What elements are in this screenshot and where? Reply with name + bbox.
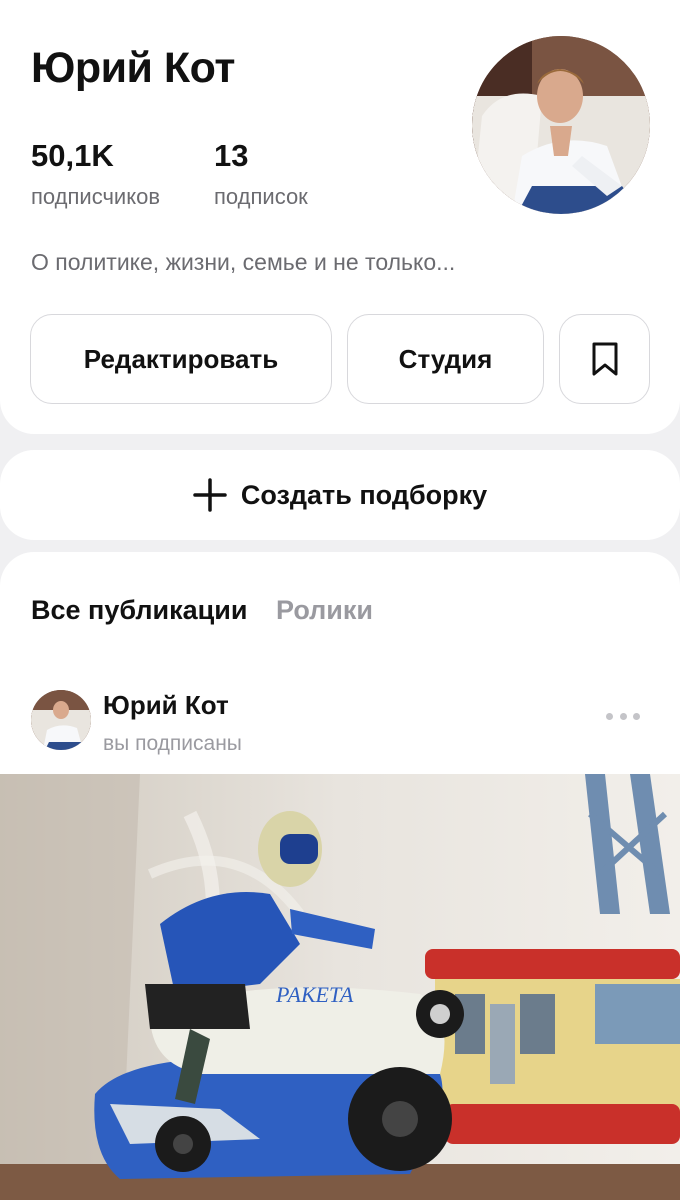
- followers-count: 50,1K: [31, 138, 114, 173]
- profile-card: Юрий Кот 50,1K подписчиков 13 подписок О…: [0, 0, 680, 434]
- bookmark-icon: [592, 342, 617, 376]
- more-dots-icon[interactable]: [606, 710, 640, 722]
- post-image[interactable]: РАКЕТА: [0, 774, 680, 1200]
- following-count: 13: [214, 138, 249, 173]
- profile-avatar[interactable]: [472, 36, 650, 214]
- following-label: подписок: [214, 184, 308, 209]
- followers-label: подписчиков: [31, 184, 161, 209]
- studio-button[interactable]: Студия: [347, 314, 544, 404]
- post-author-name[interactable]: Юрий Кот: [103, 690, 229, 721]
- post-author-avatar[interactable]: [31, 690, 91, 750]
- bookmarks-button[interactable]: [559, 314, 650, 404]
- create-collection-button[interactable]: Создать подборку: [0, 450, 680, 540]
- avatar-photo-small: [31, 690, 91, 750]
- rocket-brand-label: РАКЕТА: [275, 982, 354, 1007]
- feed-section: Все публикации Ролики Юрий Кот вы подпис…: [0, 552, 680, 1200]
- followers-stat[interactable]: 50,1K подписчиков: [31, 138, 160, 210]
- plus-icon: [193, 478, 227, 512]
- edit-profile-button[interactable]: Редактировать: [30, 314, 332, 404]
- following-stat[interactable]: 13 подписок: [214, 138, 308, 210]
- avatar-photo: [472, 36, 650, 214]
- profile-name: Юрий Кот: [31, 44, 235, 92]
- create-collection-label: Создать подборку: [240, 479, 488, 510]
- tab-clips[interactable]: Ролики: [276, 595, 373, 626]
- tab-all-publications[interactable]: Все публикации: [31, 595, 247, 626]
- profile-bio: О политике, жизни, семье и не только...: [31, 249, 456, 275]
- post-subscription-status: вы подписаны: [103, 732, 242, 755]
- toy-motorcycle-photo: РАКЕТА: [0, 774, 680, 1200]
